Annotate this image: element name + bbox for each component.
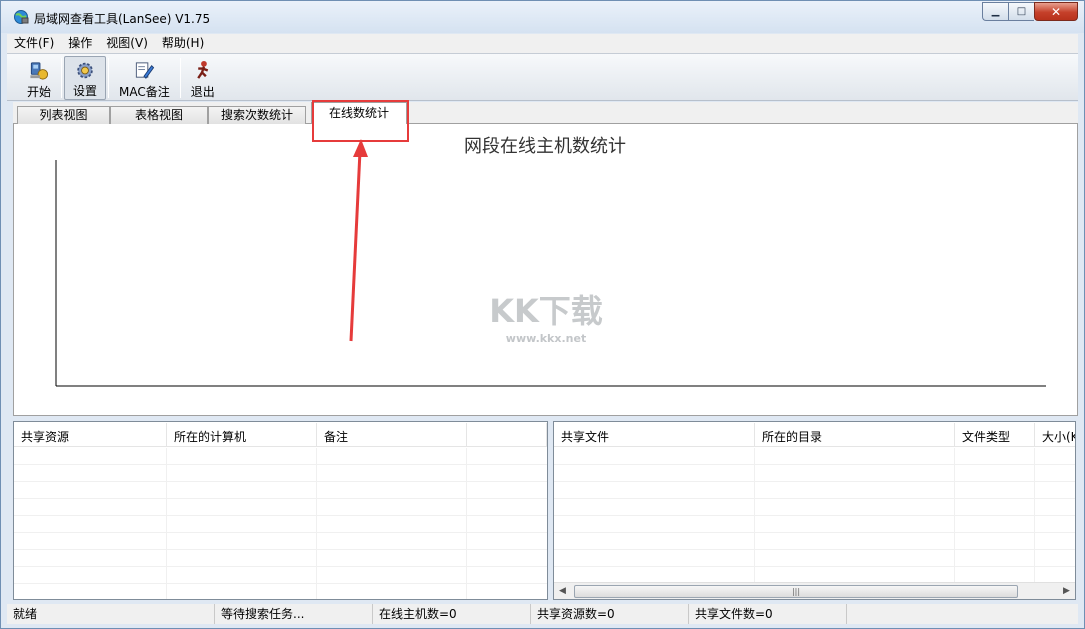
scroll-right-icon[interactable]: ▶ [1058, 583, 1075, 599]
list-row [14, 516, 547, 533]
horizontal-scrollbar[interactable]: ◀ ||| ▶ [554, 582, 1075, 599]
scrollbar-grip: ||| [791, 587, 801, 596]
list-row [554, 533, 1075, 550]
list-row [14, 448, 547, 465]
column-header-note[interactable]: 备注 [317, 423, 467, 446]
list-row [14, 465, 547, 482]
list-row [554, 448, 1075, 465]
column-header-share[interactable]: 共享资源 [14, 423, 167, 446]
status-file-count: 共享文件数=0 [689, 604, 847, 624]
shares-rows [14, 448, 547, 599]
list-row [554, 516, 1075, 533]
list-row [554, 499, 1075, 516]
scrollbar-thumb[interactable]: ||| [574, 585, 1018, 598]
list-row [14, 550, 547, 567]
list-row [554, 465, 1075, 482]
list-row [14, 482, 547, 499]
status-empty [847, 604, 1078, 624]
status-online-hosts: 在线主机数=0 [373, 604, 531, 624]
list-row [14, 584, 547, 599]
app-window: 局域网查看工具(LanSee) V1.75 ▁ □ ✕ 文件(F) 操作 视图(… [0, 0, 1085, 629]
status-share-count: 共享资源数=0 [531, 604, 689, 624]
column-header-type[interactable]: 文件类型 [955, 423, 1035, 446]
list-row [554, 550, 1075, 567]
status-ready: 就绪 [7, 604, 215, 624]
list-row [14, 567, 547, 584]
list-row [14, 499, 547, 516]
column-header-file[interactable]: 共享文件 [554, 423, 755, 446]
status-bar: 就绪 等待搜索任务... 在线主机数=0 共享资源数=0 共享文件数=0 [7, 604, 1078, 624]
status-task: 等待搜索任务... [215, 604, 373, 624]
shares-list-header: 共享资源 所在的计算机 备注 [14, 423, 547, 447]
column-header-computer[interactable]: 所在的计算机 [167, 423, 317, 446]
shares-list[interactable]: 共享资源 所在的计算机 备注 [13, 421, 548, 600]
column-header-empty[interactable] [467, 423, 547, 446]
column-header-directory[interactable]: 所在的目录 [755, 423, 955, 446]
files-list[interactable]: 共享文件 所在的目录 文件类型 大小(K ◀ ||| ▶ [553, 421, 1076, 600]
scroll-left-icon[interactable]: ◀ [554, 583, 571, 599]
column-header-size[interactable]: 大小(K [1035, 423, 1075, 446]
files-list-header: 共享文件 所在的目录 文件类型 大小(K [554, 423, 1075, 447]
list-row [554, 482, 1075, 499]
files-rows [554, 448, 1075, 584]
list-row [14, 533, 547, 550]
